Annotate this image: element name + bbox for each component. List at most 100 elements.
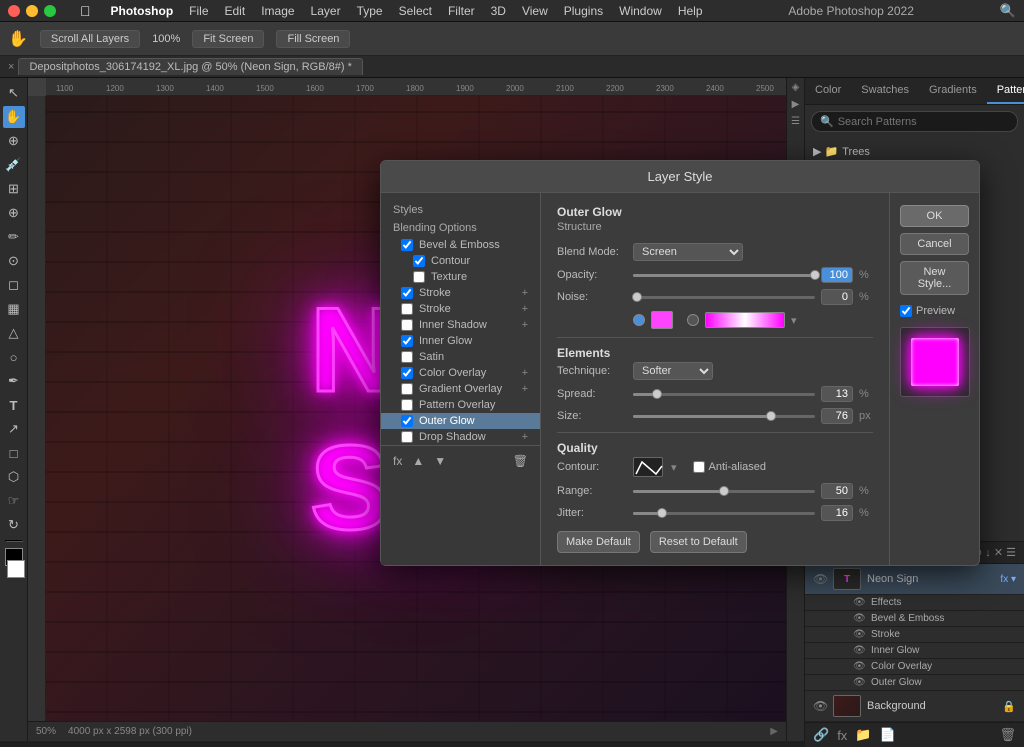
make-default-button[interactable]: Make Default <box>557 531 640 553</box>
menu-filter[interactable]: Filter <box>448 4 475 18</box>
move-down-icon[interactable]: ▼ <box>434 454 446 468</box>
add-color-overlay-btn[interactable]: + <box>522 367 528 379</box>
layer-eye-icon[interactable]: 👁 <box>813 572 827 586</box>
style-stroke-1[interactable]: Stroke + <box>381 285 540 301</box>
style-stroke-2[interactable]: Stroke + <box>381 301 540 317</box>
tab-close-icon[interactable]: × <box>8 61 14 73</box>
fill-screen-button[interactable]: Fill Screen <box>276 30 350 48</box>
effect-eye-inner-glow[interactable]: 👁 <box>853 645 865 656</box>
effect-eye-bevel[interactable]: 👁 <box>853 613 865 624</box>
menu-3d[interactable]: 3D <box>491 4 506 18</box>
reset-to-default-button[interactable]: Reset to Default <box>650 531 747 553</box>
rotate-view-tool[interactable]: ↻ <box>3 514 25 536</box>
menu-layer[interactable]: Layer <box>311 4 341 18</box>
checkbox-outer-glow[interactable] <box>401 415 413 427</box>
style-drop-shadow[interactable]: Drop Shadow + <box>381 429 540 445</box>
style-satin[interactable]: Satin <box>381 349 540 365</box>
menu-image[interactable]: Image <box>261 4 294 18</box>
preview-checkbox[interactable] <box>900 305 912 317</box>
hand-tool[interactable]: ✋ <box>3 106 25 128</box>
move-up-icon[interactable]: ▲ <box>412 454 424 468</box>
contour-preview[interactable] <box>633 457 663 477</box>
glow-color-swatch[interactable] <box>651 311 673 329</box>
checkbox-satin[interactable] <box>401 351 413 363</box>
contour-dropdown-icon[interactable]: ▾ <box>671 461 677 474</box>
size-value[interactable]: 76 <box>821 408 853 424</box>
search-patterns-input[interactable] <box>838 116 1009 128</box>
dodge-tool[interactable]: ○ <box>3 346 25 368</box>
menu-window[interactable]: Window <box>619 4 662 18</box>
panel-mini-icon2[interactable]: ▶ <box>792 99 800 110</box>
spread-value[interactable]: 13 <box>821 386 853 402</box>
layer-neon-sign[interactable]: 👁 T Neon Sign fx ▾ <box>805 564 1024 595</box>
brush-tool[interactable]: ✏ <box>3 226 25 248</box>
checkbox-color-overlay[interactable] <box>401 367 413 379</box>
jitter-slider[interactable] <box>633 512 815 515</box>
add-stroke1-btn[interactable]: + <box>522 287 528 299</box>
close-button[interactable] <box>8 5 20 17</box>
style-inner-glow[interactable]: Inner Glow <box>381 333 540 349</box>
checkbox-pattern-overlay[interactable] <box>401 399 413 411</box>
style-bevel-emboss[interactable]: Bevel & Emboss <box>381 237 540 253</box>
effect-eye-icon[interactable]: 👁 <box>853 597 865 608</box>
zoom-tool[interactable]: ⊕ <box>3 130 25 152</box>
minimize-button[interactable] <box>26 5 38 17</box>
type-tool[interactable]: T <box>3 394 25 416</box>
gradient-arrow[interactable]: ▾ <box>791 314 797 327</box>
fit-screen-button[interactable]: Fit Screen <box>192 30 264 48</box>
maximize-button[interactable] <box>44 5 56 17</box>
add-gradient-overlay-btn[interactable]: + <box>522 383 528 395</box>
checkbox-stroke2[interactable] <box>401 303 413 315</box>
tab-color[interactable]: Color <box>805 78 851 104</box>
clone-tool[interactable]: ⊙ <box>3 250 25 272</box>
checkbox-stroke1[interactable] <box>401 287 413 299</box>
range-value[interactable]: 50 <box>821 483 853 499</box>
shape-tool[interactable]: □ <box>3 442 25 464</box>
menu-photoshop[interactable]: Photoshop <box>111 4 174 18</box>
panel-mini-icon3[interactable]: ☰ <box>791 116 800 127</box>
gradient-preview[interactable] <box>705 312 785 328</box>
noise-slider[interactable] <box>633 296 815 299</box>
add-fx-button[interactable]: fx <box>837 728 847 743</box>
styles-header[interactable]: Styles <box>381 201 540 219</box>
move-tool[interactable]: ↖ <box>3 82 25 104</box>
checkbox-drop-shadow[interactable] <box>401 431 413 443</box>
opacity-slider[interactable] <box>633 274 815 277</box>
new-style-button[interactable]: New Style... <box>900 261 969 295</box>
fx-add-icon[interactable]: fx <box>393 454 402 468</box>
checkbox-bevel[interactable] <box>401 239 413 251</box>
checkbox-inner-glow[interactable] <box>401 335 413 347</box>
tab-patterns[interactable]: Patterns <box>987 78 1024 104</box>
blending-options-header[interactable]: Blending Options <box>381 219 540 237</box>
search-icon[interactable]: 🔍 <box>1000 3 1016 19</box>
add-inner-shadow-btn[interactable]: + <box>522 319 528 331</box>
gradient-tool[interactable]: ▦ <box>3 298 25 320</box>
style-outer-glow[interactable]: Outer Glow <box>381 413 540 429</box>
blend-mode-select[interactable]: Screen Normal Multiply <box>633 243 743 261</box>
hand-tool-2[interactable]: ☞ <box>3 490 25 512</box>
style-color-overlay[interactable]: Color Overlay + <box>381 365 540 381</box>
effect-eye-outer-glow[interactable]: 👁 <box>853 677 865 688</box>
checkbox-inner-shadow[interactable] <box>401 319 413 331</box>
size-slider[interactable] <box>633 415 815 418</box>
document-tab[interactable]: Depositphotos_306174192_XL.jpg @ 50% (Ne… <box>18 58 362 75</box>
layer-eye-bg[interactable]: 👁 <box>813 699 827 713</box>
style-inner-shadow[interactable]: Inner Shadow + <box>381 317 540 333</box>
style-texture[interactable]: Texture <box>381 269 540 285</box>
menu-edit[interactable]: Edit <box>225 4 246 18</box>
path-selection-tool[interactable]: ↗ <box>3 418 25 440</box>
cancel-button[interactable]: Cancel <box>900 233 969 255</box>
radio-color[interactable] <box>633 314 645 326</box>
background-color[interactable] <box>7 560 25 578</box>
noise-value[interactable]: 0 <box>821 289 853 305</box>
checkbox-contour[interactable] <box>413 255 425 267</box>
tab-swatches[interactable]: Swatches <box>851 78 919 104</box>
menu-type[interactable]: Type <box>357 4 383 18</box>
opacity-value[interactable]: 100 <box>821 267 853 283</box>
style-pattern-overlay[interactable]: Pattern Overlay <box>381 397 540 413</box>
add-drop-shadow-btn[interactable]: + <box>522 431 528 443</box>
radio-gradient[interactable] <box>687 314 699 326</box>
menu-file[interactable]: File <box>189 4 208 18</box>
scroll-all-button[interactable]: Scroll All Layers <box>40 30 140 48</box>
spread-slider[interactable] <box>633 393 815 396</box>
